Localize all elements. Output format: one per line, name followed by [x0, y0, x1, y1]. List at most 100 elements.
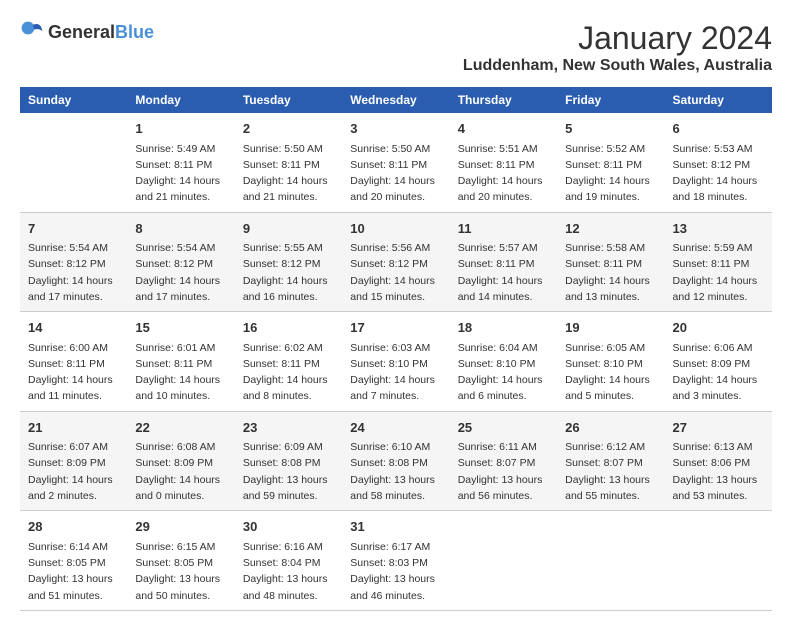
cell-content: Sunrise: 6:12 AM Sunset: 8:07 PM Dayligh… — [565, 439, 656, 504]
cell-content: Sunrise: 6:02 AM Sunset: 8:11 PM Dayligh… — [243, 340, 334, 405]
day-number: 3 — [350, 119, 441, 139]
table-cell: 16Sunrise: 6:02 AM Sunset: 8:11 PM Dayli… — [235, 312, 342, 412]
cell-content: Sunrise: 6:13 AM Sunset: 8:06 PM Dayligh… — [673, 439, 764, 504]
col-header-wednesday: Wednesday — [342, 87, 449, 113]
cell-content: Sunrise: 5:58 AM Sunset: 8:11 PM Dayligh… — [565, 240, 656, 305]
cell-content: Sunrise: 6:16 AM Sunset: 8:04 PM Dayligh… — [243, 539, 334, 604]
cell-content: Sunrise: 5:59 AM Sunset: 8:11 PM Dayligh… — [673, 240, 764, 305]
table-cell: 6Sunrise: 5:53 AM Sunset: 8:12 PM Daylig… — [665, 113, 772, 212]
col-header-thursday: Thursday — [450, 87, 557, 113]
col-header-saturday: Saturday — [665, 87, 772, 113]
cell-content: Sunrise: 5:51 AM Sunset: 8:11 PM Dayligh… — [458, 141, 549, 206]
col-header-monday: Monday — [127, 87, 234, 113]
table-cell: 2Sunrise: 5:50 AM Sunset: 8:11 PM Daylig… — [235, 113, 342, 212]
logo-general-text: General — [48, 22, 115, 42]
cell-content: Sunrise: 5:55 AM Sunset: 8:12 PM Dayligh… — [243, 240, 334, 305]
table-row: 1Sunrise: 5:49 AM Sunset: 8:11 PM Daylig… — [20, 113, 772, 212]
cell-content: Sunrise: 6:14 AM Sunset: 8:05 PM Dayligh… — [28, 539, 119, 604]
day-number: 29 — [135, 517, 226, 537]
cell-content: Sunrise: 5:50 AM Sunset: 8:11 PM Dayligh… — [350, 141, 441, 206]
calendar-title: January 2024 — [463, 20, 772, 57]
table-cell: 22Sunrise: 6:08 AM Sunset: 8:09 PM Dayli… — [127, 411, 234, 511]
day-number: 7 — [28, 219, 119, 239]
day-number: 17 — [350, 318, 441, 338]
day-number: 22 — [135, 418, 226, 438]
day-number: 2 — [243, 119, 334, 139]
cell-content: Sunrise: 6:03 AM Sunset: 8:10 PM Dayligh… — [350, 340, 441, 405]
table-cell: 5Sunrise: 5:52 AM Sunset: 8:11 PM Daylig… — [557, 113, 664, 212]
day-number: 31 — [350, 517, 441, 537]
cell-content: Sunrise: 6:05 AM Sunset: 8:10 PM Dayligh… — [565, 340, 656, 405]
table-cell: 8Sunrise: 5:54 AM Sunset: 8:12 PM Daylig… — [127, 212, 234, 312]
table-cell: 25Sunrise: 6:11 AM Sunset: 8:07 PM Dayli… — [450, 411, 557, 511]
cell-content: Sunrise: 6:04 AM Sunset: 8:10 PM Dayligh… — [458, 340, 549, 405]
table-cell: 18Sunrise: 6:04 AM Sunset: 8:10 PM Dayli… — [450, 312, 557, 412]
cell-content: Sunrise: 6:08 AM Sunset: 8:09 PM Dayligh… — [135, 439, 226, 504]
day-number: 20 — [673, 318, 764, 338]
logo-icon — [20, 20, 44, 44]
table-cell: 15Sunrise: 6:01 AM Sunset: 8:11 PM Dayli… — [127, 312, 234, 412]
cell-content: Sunrise: 5:57 AM Sunset: 8:11 PM Dayligh… — [458, 240, 549, 305]
table-cell: 1Sunrise: 5:49 AM Sunset: 8:11 PM Daylig… — [127, 113, 234, 212]
day-number: 4 — [458, 119, 549, 139]
table-cell: 29Sunrise: 6:15 AM Sunset: 8:05 PM Dayli… — [127, 511, 234, 611]
day-number: 9 — [243, 219, 334, 239]
cell-content: Sunrise: 6:00 AM Sunset: 8:11 PM Dayligh… — [28, 340, 119, 405]
table-cell: 23Sunrise: 6:09 AM Sunset: 8:08 PM Dayli… — [235, 411, 342, 511]
day-number: 30 — [243, 517, 334, 537]
cell-content: Sunrise: 5:52 AM Sunset: 8:11 PM Dayligh… — [565, 141, 656, 206]
day-number: 24 — [350, 418, 441, 438]
table-cell — [557, 511, 664, 611]
table-cell: 12Sunrise: 5:58 AM Sunset: 8:11 PM Dayli… — [557, 212, 664, 312]
day-number: 12 — [565, 219, 656, 239]
table-cell — [450, 511, 557, 611]
table-cell: 21Sunrise: 6:07 AM Sunset: 8:09 PM Dayli… — [20, 411, 127, 511]
cell-content: Sunrise: 6:07 AM Sunset: 8:09 PM Dayligh… — [28, 439, 119, 504]
day-number: 21 — [28, 418, 119, 438]
cell-content: Sunrise: 6:09 AM Sunset: 8:08 PM Dayligh… — [243, 439, 334, 504]
cell-content: Sunrise: 6:15 AM Sunset: 8:05 PM Dayligh… — [135, 539, 226, 604]
table-cell: 24Sunrise: 6:10 AM Sunset: 8:08 PM Dayli… — [342, 411, 449, 511]
col-header-sunday: Sunday — [20, 87, 127, 113]
table-cell: 27Sunrise: 6:13 AM Sunset: 8:06 PM Dayli… — [665, 411, 772, 511]
day-number: 14 — [28, 318, 119, 338]
cell-content: Sunrise: 6:06 AM Sunset: 8:09 PM Dayligh… — [673, 340, 764, 405]
table-cell: 9Sunrise: 5:55 AM Sunset: 8:12 PM Daylig… — [235, 212, 342, 312]
table-cell: 13Sunrise: 5:59 AM Sunset: 8:11 PM Dayli… — [665, 212, 772, 312]
table-cell — [20, 113, 127, 212]
table-row: 28Sunrise: 6:14 AM Sunset: 8:05 PM Dayli… — [20, 511, 772, 611]
cell-content: Sunrise: 6:01 AM Sunset: 8:11 PM Dayligh… — [135, 340, 226, 405]
table-row: 14Sunrise: 6:00 AM Sunset: 8:11 PM Dayli… — [20, 312, 772, 412]
table-cell — [665, 511, 772, 611]
day-number: 13 — [673, 219, 764, 239]
table-cell: 11Sunrise: 5:57 AM Sunset: 8:11 PM Dayli… — [450, 212, 557, 312]
table-row: 21Sunrise: 6:07 AM Sunset: 8:09 PM Dayli… — [20, 411, 772, 511]
table-cell: 19Sunrise: 6:05 AM Sunset: 8:10 PM Dayli… — [557, 312, 664, 412]
cell-content: Sunrise: 5:56 AM Sunset: 8:12 PM Dayligh… — [350, 240, 441, 305]
calendar-table: SundayMondayTuesdayWednesdayThursdayFrid… — [20, 87, 772, 611]
title-section: January 2024 Luddenham, New South Wales,… — [463, 20, 772, 75]
table-cell: 20Sunrise: 6:06 AM Sunset: 8:09 PM Dayli… — [665, 312, 772, 412]
table-cell: 3Sunrise: 5:50 AM Sunset: 8:11 PM Daylig… — [342, 113, 449, 212]
table-cell: 28Sunrise: 6:14 AM Sunset: 8:05 PM Dayli… — [20, 511, 127, 611]
day-number: 15 — [135, 318, 226, 338]
day-number: 23 — [243, 418, 334, 438]
table-cell: 10Sunrise: 5:56 AM Sunset: 8:12 PM Dayli… — [342, 212, 449, 312]
calendar-subtitle: Luddenham, New South Wales, Australia — [463, 57, 772, 75]
col-header-tuesday: Tuesday — [235, 87, 342, 113]
cell-content: Sunrise: 6:17 AM Sunset: 8:03 PM Dayligh… — [350, 539, 441, 604]
table-cell: 7Sunrise: 5:54 AM Sunset: 8:12 PM Daylig… — [20, 212, 127, 312]
day-number: 27 — [673, 418, 764, 438]
day-number: 1 — [135, 119, 226, 139]
cell-content: Sunrise: 5:50 AM Sunset: 8:11 PM Dayligh… — [243, 141, 334, 206]
cell-content: Sunrise: 6:10 AM Sunset: 8:08 PM Dayligh… — [350, 439, 441, 504]
day-number: 8 — [135, 219, 226, 239]
cell-content: Sunrise: 6:11 AM Sunset: 8:07 PM Dayligh… — [458, 439, 549, 504]
table-row: 7Sunrise: 5:54 AM Sunset: 8:12 PM Daylig… — [20, 212, 772, 312]
logo-blue-text: Blue — [115, 22, 154, 42]
day-number: 26 — [565, 418, 656, 438]
table-cell: 31Sunrise: 6:17 AM Sunset: 8:03 PM Dayli… — [342, 511, 449, 611]
day-number: 10 — [350, 219, 441, 239]
cell-content: Sunrise: 5:53 AM Sunset: 8:12 PM Dayligh… — [673, 141, 764, 206]
table-cell: 17Sunrise: 6:03 AM Sunset: 8:10 PM Dayli… — [342, 312, 449, 412]
